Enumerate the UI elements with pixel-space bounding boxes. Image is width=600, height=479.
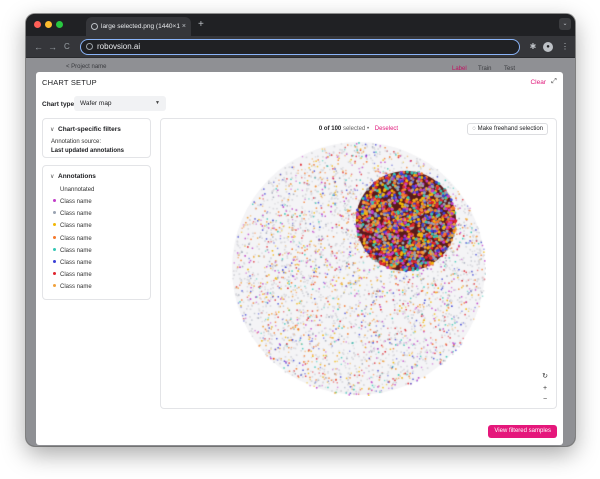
expand-icon[interactable]: ⤢ bbox=[550, 78, 558, 86]
class-name-label: Class name bbox=[60, 272, 92, 279]
class-name-label: Class name bbox=[60, 260, 92, 266]
annotation-class-item[interactable]: Class name bbox=[53, 284, 92, 290]
annotation-class-item[interactable]: Class name bbox=[53, 247, 92, 254]
annotations-heading[interactable]: ∨ Annotations bbox=[50, 173, 96, 180]
annotation-class-item[interactable]: Class name bbox=[53, 260, 92, 266]
class-color-dot bbox=[53, 199, 56, 202]
filters-heading[interactable]: ∨ Chart-specific filters bbox=[50, 126, 121, 133]
selected-count: 0 of 100 bbox=[318, 126, 342, 132]
menu-icon[interactable]: ⋮ bbox=[560, 42, 570, 52]
close-window-button[interactable] bbox=[34, 21, 41, 28]
browser-toolbar: ← → C robovsion.ai ✱ ● ⋮ bbox=[26, 36, 575, 58]
annotations-card: ∨ Annotations Unannotated Class name Class… bbox=[42, 165, 151, 300]
class-color-dot bbox=[53, 223, 56, 227]
chart-setup-modal: CHART SETUP Clear ⤢ Chart type Wafer map… bbox=[36, 72, 563, 445]
freehand-selection-button[interactable]: ◌ Make freehand selection bbox=[467, 123, 548, 135]
class-color-dot bbox=[53, 272, 56, 276]
view-filtered-samples-button[interactable]: View filtered samples bbox=[488, 425, 557, 438]
freehand-label: Make freehand selection bbox=[477, 126, 543, 132]
chart-type-select[interactable]: Wafer map ▼ bbox=[74, 96, 166, 111]
annotation-source-label: Annotation source: bbox=[51, 139, 102, 145]
site-info-icon[interactable] bbox=[86, 43, 93, 50]
globe-icon bbox=[91, 23, 98, 30]
tab-search-button[interactable]: ⌄ bbox=[559, 18, 571, 30]
class-name-label: Class name bbox=[60, 199, 92, 205]
lasso-icon: ◌ bbox=[472, 126, 476, 132]
reload-button[interactable]: C bbox=[64, 40, 70, 54]
class-color-dot bbox=[53, 211, 56, 215]
chart-type-value: Wafer map bbox=[80, 100, 112, 107]
annotation-class-item[interactable]: Class name bbox=[53, 235, 92, 242]
chart-filters-card: ∨ Chart-specific filters Annotation sourc… bbox=[42, 118, 151, 158]
class-name-label: Class name bbox=[60, 223, 92, 230]
chevron-down-icon: ∨ bbox=[50, 174, 55, 180]
tab-close-icon[interactable]: × bbox=[182, 17, 186, 36]
class-color-dot bbox=[53, 260, 56, 263]
annotation-source-value[interactable]: Last updated annotations bbox=[51, 148, 124, 154]
modal-title: CHART SETUP bbox=[42, 78, 97, 87]
tab-title: large selected.png (1440×1 bbox=[101, 23, 180, 30]
background-page-header: < Project name Label Train Test bbox=[26, 58, 575, 72]
chevron-down-icon: ∨ bbox=[50, 127, 55, 133]
extensions-icon[interactable]: ✱ bbox=[528, 42, 538, 52]
address-text: robovsion.ai bbox=[97, 42, 141, 51]
annotation-class-item[interactable]: Class name bbox=[53, 272, 92, 278]
annotation-unannotated[interactable]: Unannotated bbox=[60, 187, 94, 193]
minimize-window-button[interactable] bbox=[45, 21, 52, 28]
wafer-map-panel: 0 of 100 selected • Deselect ◌ Make free… bbox=[160, 118, 557, 409]
class-color-dot bbox=[53, 247, 56, 251]
reset-zoom-icon[interactable]: ↻ bbox=[540, 372, 550, 382]
forward-button[interactable]: → bbox=[48, 40, 57, 54]
class-name-label: Class name bbox=[60, 211, 92, 218]
zoom-in-button[interactable]: + bbox=[540, 384, 550, 394]
annotation-class-item[interactable]: Class name bbox=[53, 199, 92, 205]
annotation-class-item[interactable]: Class name bbox=[53, 211, 92, 217]
address-bar[interactable]: robovsion.ai bbox=[80, 39, 520, 55]
maximize-window-button[interactable] bbox=[56, 21, 63, 28]
chevron-down-icon: ▼ bbox=[155, 100, 160, 106]
zoom-out-button[interactable]: − bbox=[540, 395, 550, 405]
class-name-label: Class name bbox=[60, 235, 92, 242]
selected-suffix: selected • bbox=[342, 126, 370, 132]
annotation-class-item[interactable]: Class name bbox=[53, 223, 92, 229]
browser-tab[interactable]: large selected.png (1440×1 × bbox=[86, 17, 191, 36]
new-tab-button[interactable]: + bbox=[198, 17, 204, 33]
tab-bar: large selected.png (1440×1 × + ⌄ bbox=[26, 14, 575, 36]
class-name-label: Class name bbox=[60, 247, 92, 254]
clear-button[interactable]: Clear bbox=[530, 79, 546, 86]
browser-window: large selected.png (1440×1 × + ⌄ ← → C r… bbox=[26, 14, 575, 446]
deselect-button[interactable]: Deselect bbox=[375, 126, 398, 132]
class-color-dot bbox=[53, 284, 56, 288]
class-name-label: Class name bbox=[60, 284, 92, 291]
back-button[interactable]: ← bbox=[34, 40, 43, 54]
wafer-map-canvas[interactable] bbox=[231, 141, 486, 396]
profile-avatar[interactable]: ● bbox=[543, 42, 553, 52]
class-color-dot bbox=[53, 235, 56, 239]
chart-type-label: Chart type bbox=[42, 101, 75, 108]
project-name: < Project name bbox=[66, 64, 107, 70]
page-content: < Project name Label Train Test CHART SE… bbox=[26, 58, 575, 446]
